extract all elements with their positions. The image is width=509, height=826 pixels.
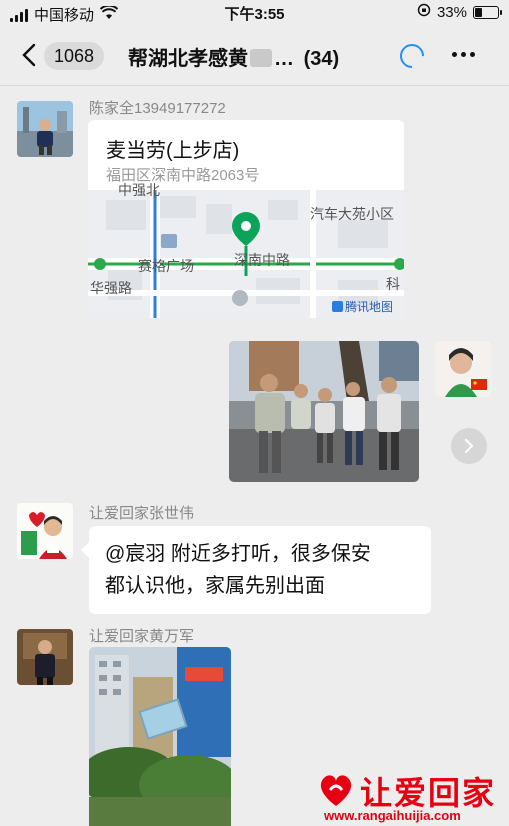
avatar[interactable] xyxy=(17,629,73,685)
dot-icon xyxy=(470,52,475,57)
unread-count-badge[interactable]: 1068 xyxy=(44,42,105,70)
blurred-region xyxy=(250,49,272,67)
message-text-line: 都认识他，家属先别出面 xyxy=(105,575,325,597)
member-count: (34) xyxy=(303,48,340,70)
forward-button[interactable] xyxy=(451,428,487,464)
sender-name: 让爱回家张世伟 xyxy=(89,505,195,522)
message-bubble[interactable]: @宸羽 附近多打听，很多保安 都认识他，家属先别出面 xyxy=(81,526,431,614)
sender-name: 陈家全13949177272 xyxy=(89,100,226,117)
message-text-line: @宸羽 附近多打听，很多保安 xyxy=(105,543,371,565)
avatar[interactable] xyxy=(17,101,73,157)
my-avatar[interactable] xyxy=(435,341,491,397)
watermark-url: www.rangaihuijia.com xyxy=(324,808,461,823)
map-label: 深南中路 xyxy=(234,252,290,268)
dot-icon xyxy=(461,52,466,57)
map-label: 华强路 xyxy=(90,280,132,296)
battery-percent: 33% xyxy=(436,3,467,21)
chevron-right-icon xyxy=(465,439,474,453)
sender-name: 让爱回家黄万军 xyxy=(89,628,195,645)
battery-icon xyxy=(473,5,502,19)
heart-logo-icon xyxy=(320,775,352,806)
avatar[interactable] xyxy=(17,503,73,559)
dot-icon xyxy=(452,52,457,57)
chevron-left-icon xyxy=(22,43,36,67)
tencent-map-icon xyxy=(332,301,343,312)
watermark-logo: 让爱回家 www.rangaihuijia.com xyxy=(310,770,506,824)
place-name: 麦当劳(上步店) xyxy=(106,140,240,162)
map-label: 汽车大苑小区 xyxy=(310,206,394,222)
chat-title-text: 帮湖北孝感黄 xyxy=(128,48,248,70)
chat-title[interactable]: 帮湖北孝感黄 … (34) xyxy=(128,42,339,71)
status-bar: 中国移动 下午3:55 33% xyxy=(0,0,509,26)
location-card[interactable]: 麦当劳(上步店) 福田区深南中路2063号 中强北 汽车大苑小区 赛格广场 深南… xyxy=(88,120,404,318)
chat-title-ellipsis: … xyxy=(274,48,294,70)
map-preview: 中强北 汽车大苑小区 赛格广场 深南中路 华强路 科 腾讯地图 xyxy=(88,182,404,318)
more-options-button[interactable] xyxy=(452,52,475,57)
map-label: 赛格广场 xyxy=(138,258,194,274)
chat-image[interactable] xyxy=(229,341,419,482)
map-label: 科 xyxy=(386,276,400,292)
chat-header: 1068 帮湖北孝感黄 … (34) xyxy=(0,26,509,86)
map-provider-logo: 腾讯地图 xyxy=(332,298,393,315)
back-button[interactable] xyxy=(14,40,44,70)
chat-image[interactable] xyxy=(89,647,231,826)
loading-spinner-icon xyxy=(395,39,429,73)
map-label: 中强北 xyxy=(118,182,160,198)
orientation-lock-icon xyxy=(417,3,431,21)
